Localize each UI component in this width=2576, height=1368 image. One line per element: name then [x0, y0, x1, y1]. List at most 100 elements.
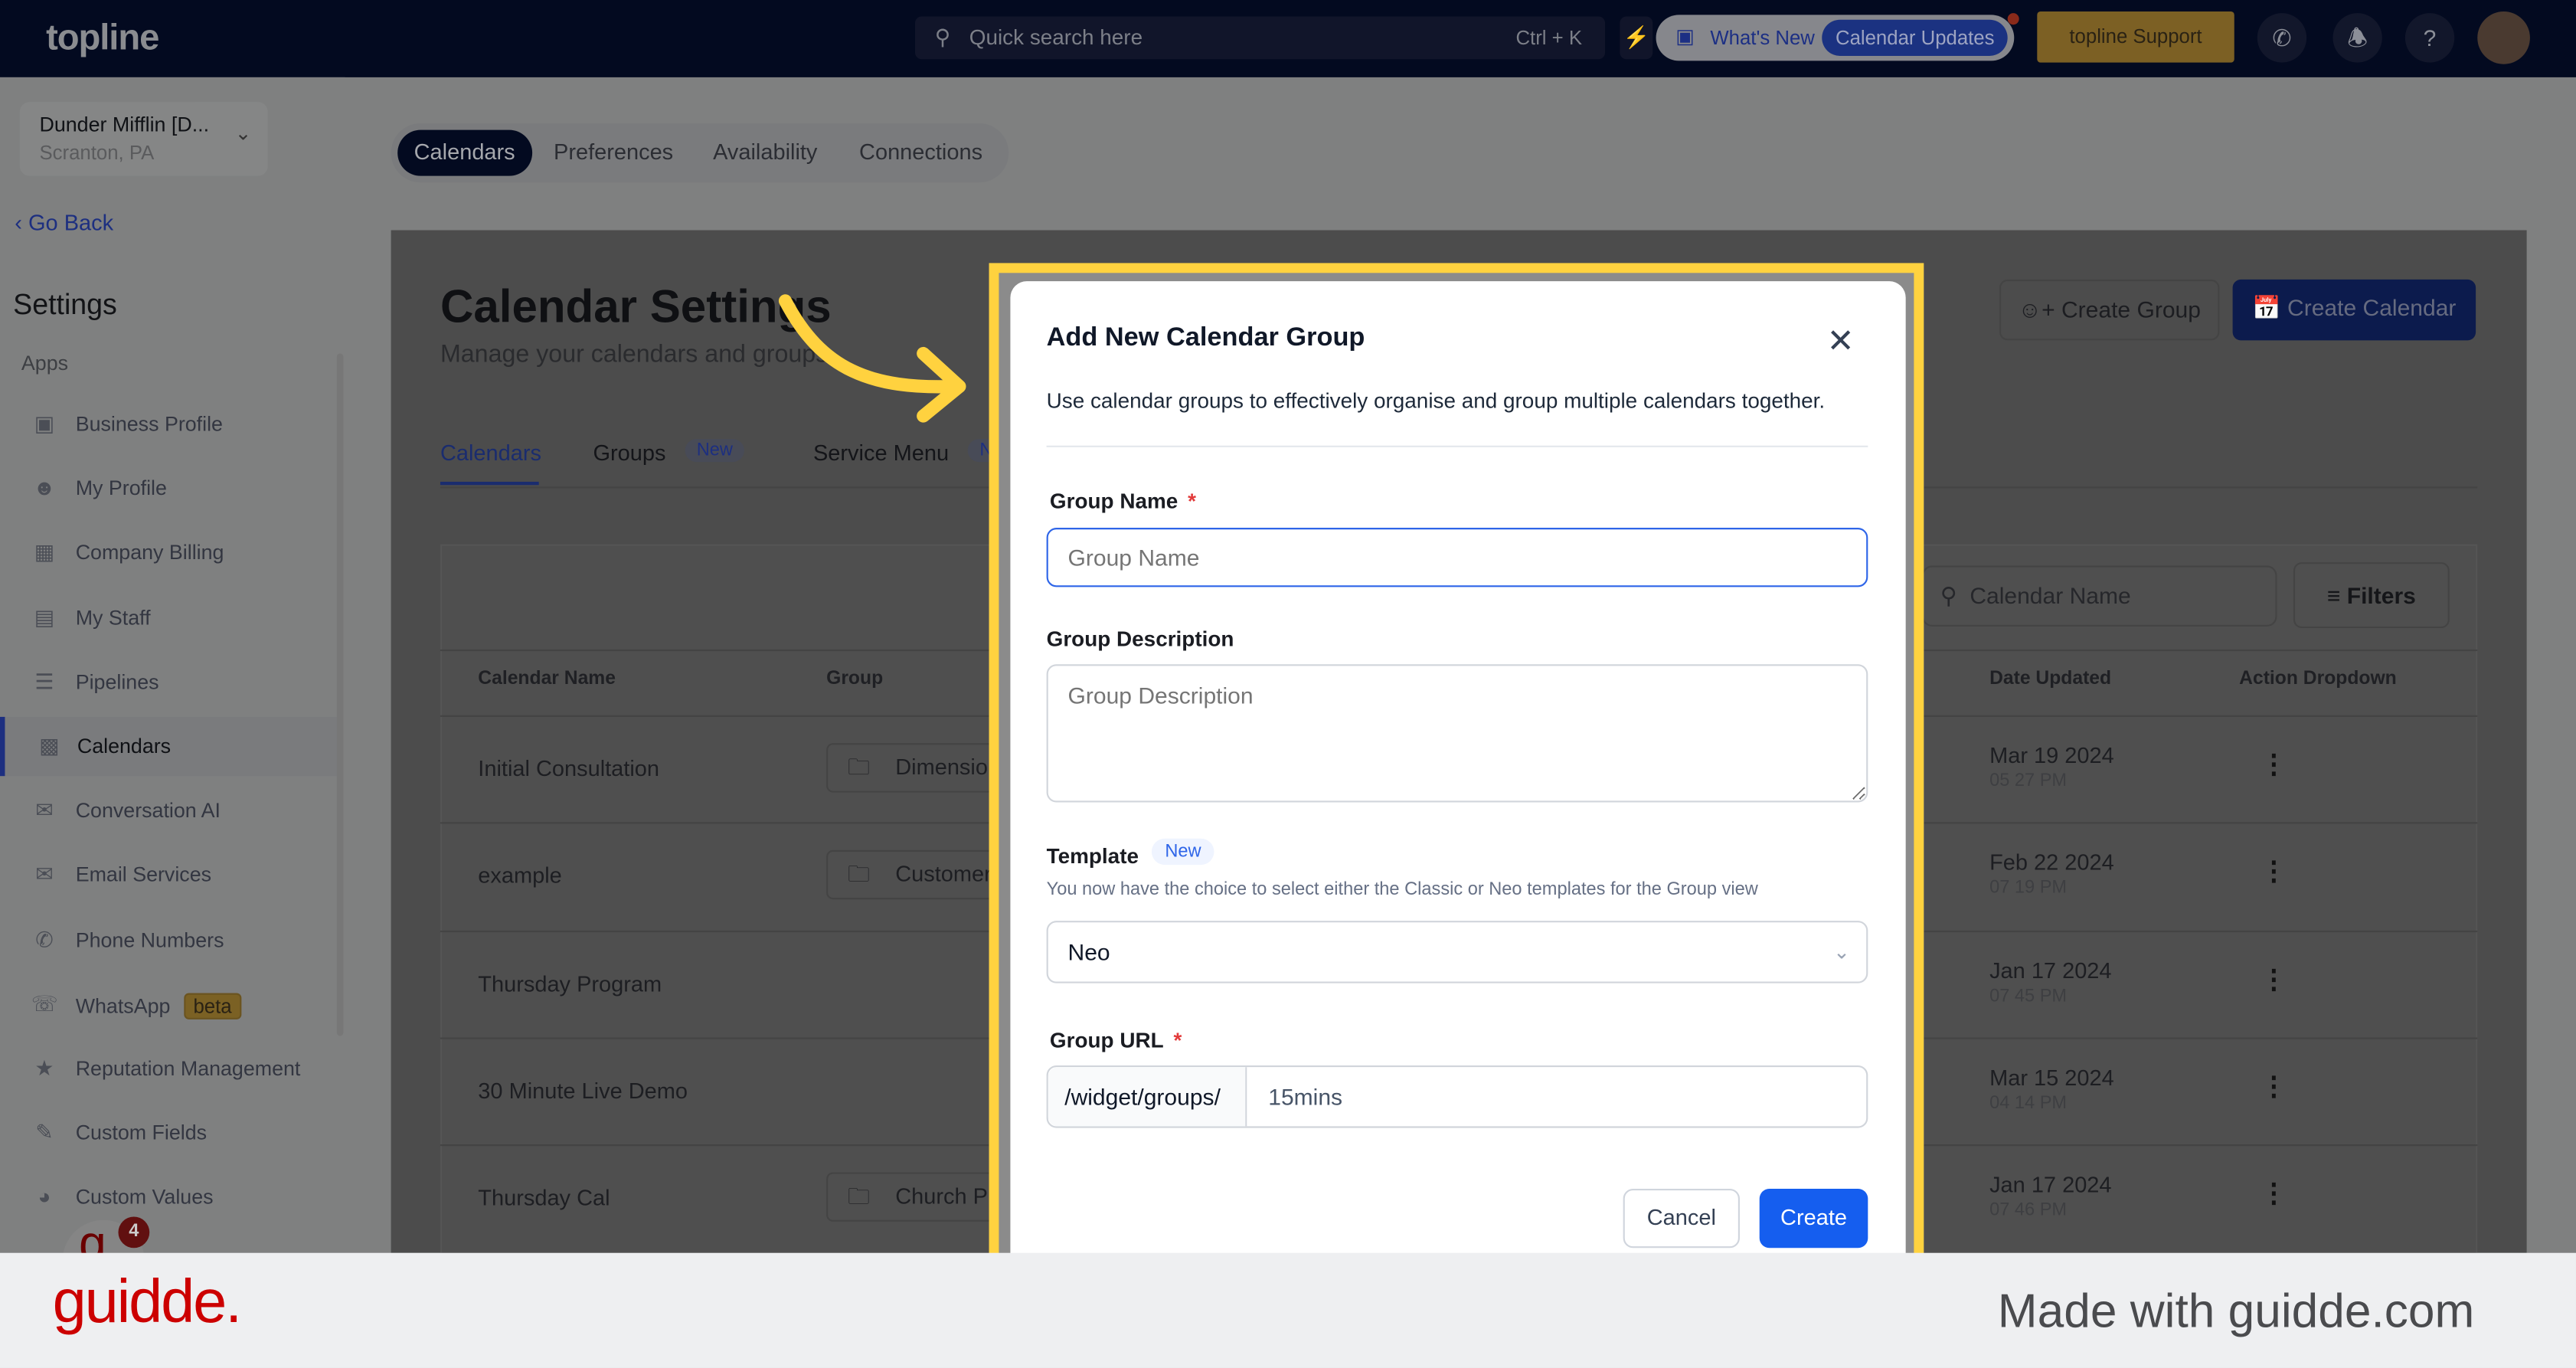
calendar-name[interactable]: example [478, 864, 561, 889]
time-updated: 04 14 PM [1989, 1093, 2068, 1114]
sidebar-item-conversation-ai[interactable]: ✉ Conversation AI [0, 781, 338, 840]
calendar-search-input[interactable]: ⚲ Calendar Name [1922, 565, 2277, 627]
sidebar-item-label: My Staff [76, 606, 151, 629]
sidebar-item-custom-fields[interactable]: ✎ Custom Fields [0, 1104, 338, 1163]
filter-icon: ≡ [2326, 581, 2347, 609]
sidebar-item-label: WhatsApp beta [76, 993, 242, 1019]
sidebar-item-text: Reputation Management [75, 1057, 301, 1081]
bell-icon[interactable]: 🕭 [2332, 13, 2382, 63]
edit-icon: ✎ [35, 1120, 54, 1145]
close-icon[interactable]: ✕ [1827, 321, 1855, 362]
sidebar-item-reputation-management[interactable]: ★ Reputation Management [0, 1039, 338, 1098]
whats-new-button[interactable]: ▣ What's New Calendar Updates [1656, 15, 2015, 61]
sidebar-item-pipelines[interactable]: ☰ Pipelines [0, 653, 338, 712]
account-switcher[interactable]: Dunder Mifflin [D... Scranton, PA ⌄ [19, 102, 268, 176]
group-url-input[interactable]: 15mins [1268, 1067, 1342, 1126]
modal-description: Use calendar groups to effectively organ… [1046, 388, 1826, 413]
column-header-group: Group [826, 669, 884, 689]
search-icon: ⚲ [934, 25, 951, 50]
lightning-icon[interactable]: ⚡ [1620, 16, 1653, 60]
app-logo[interactable]: topline [46, 16, 159, 59]
date-updated: Feb 22 2024 [1989, 850, 2114, 875]
phone-icon[interactable]: ✆ [2257, 13, 2307, 63]
create-group-label: Create Group [2061, 296, 2201, 322]
calendar-name[interactable]: Thursday Program [478, 971, 662, 996]
create-group-button[interactable]: ☺+ Create Group [1999, 279, 2220, 341]
pie-icon: ◕ [38, 1184, 51, 1209]
calendar-name[interactable]: Thursday Cal [478, 1186, 610, 1210]
sidebar-scrollbar[interactable] [336, 353, 344, 1036]
calendar-search-placeholder: Calendar Name [1970, 581, 2131, 609]
chat-icon: ✉ [35, 797, 54, 823]
avatar[interactable] [2477, 11, 2530, 64]
sidebar-item-my-staff[interactable]: ▤ My Staff [0, 588, 338, 647]
search-placeholder: Quick search here [969, 25, 1143, 50]
sidebar-item-label: Pipelines [76, 670, 159, 693]
modal-divider [1046, 445, 1868, 447]
sidebar-item-email-services[interactable]: ✉ Email Services [0, 846, 338, 905]
calendar-name[interactable]: Initial Consultation [478, 756, 659, 781]
required-marker: * [1188, 488, 1197, 513]
support-button[interactable]: topline Support [2037, 11, 2234, 63]
action-dropdown-icon[interactable]: ⋮ [2261, 1070, 2287, 1103]
action-dropdown-icon[interactable]: ⋮ [2261, 963, 2287, 996]
sidebar-item-text: Custom Fields [75, 1121, 208, 1145]
sidebar-item-label: Custom Fields [76, 1121, 207, 1144]
calendar-updates-badge[interactable]: Calendar Updates [1822, 19, 2008, 56]
beta-badge: beta [183, 993, 242, 1019]
modal-title: Add New Calendar Group [1046, 323, 1365, 352]
sidebar-item-text: Company Billing [75, 542, 224, 565]
whatsapp-icon: ☏ [31, 990, 58, 1016]
chevron-down-icon: ⌄ [234, 121, 252, 145]
time-updated: 05 27 PM [1989, 771, 2068, 791]
tab-availability[interactable]: Availability [697, 130, 834, 176]
tab-calendars[interactable]: Calendars [397, 129, 532, 176]
time-updated: 07 19 PM [1989, 878, 2068, 898]
star-icon: ★ [34, 1055, 54, 1081]
sidebar-item-my-profile[interactable]: ☻ My Profile [0, 459, 338, 518]
create-button[interactable]: Create [1759, 1188, 1868, 1249]
subtab-groups[interactable]: Groups New [593, 439, 745, 466]
date-updated: Jan 17 2024 [1989, 1172, 2112, 1198]
time-updated: 07 46 PM [1989, 1200, 2068, 1221]
quick-search[interactable]: ⚲ Quick search here Ctrl + K [914, 16, 1606, 60]
action-dropdown-icon[interactable]: ⋮ [2261, 856, 2287, 889]
group-name-input[interactable] [1046, 528, 1868, 587]
sidebar-item-label: Calendars [77, 735, 171, 758]
template-select[interactable]: Neo ⌄ [1046, 921, 1868, 983]
group-name-label-text: Group Name [1049, 488, 1178, 513]
groups-label: Groups [593, 440, 666, 466]
help-icon[interactable]: ? [2404, 13, 2455, 63]
search-icon: ⚲ [1940, 581, 1957, 609]
action-dropdown-icon[interactable]: ⋮ [2261, 748, 2287, 781]
add-calendar-group-modal: Add New Calendar Group ✕ Use calendar gr… [1010, 281, 1906, 1301]
create-calendar-label: Create Calendar [2287, 294, 2457, 321]
calendar-name[interactable]: 30 Minute Live Demo [478, 1078, 688, 1103]
filters-button[interactable]: ≡ Filters [2293, 562, 2450, 629]
subtab-calendars[interactable]: Calendars [440, 440, 541, 465]
action-dropdown-icon[interactable]: ⋮ [2261, 1177, 2287, 1210]
sidebar-item-calendars[interactable]: ▩ Calendars [0, 716, 338, 777]
group-url-label: Group URL * [1050, 1028, 1182, 1052]
sidebar-item-text: Calendars [77, 735, 172, 758]
filters-label: Filters [2346, 581, 2416, 609]
sidebar-item-company-billing[interactable]: ▦ Company Billing [0, 523, 338, 582]
go-back-link[interactable]: ‹ Go Back [15, 211, 113, 235]
create-calendar-button[interactable]: 📅 Create Calendar [2232, 279, 2476, 341]
account-name: Dunder Mifflin [D... [39, 113, 210, 137]
column-header-calendar-name: Calendar Name [478, 669, 616, 689]
sidebar-item-label: Phone Numbers [76, 928, 224, 951]
sidebar-item-phone-numbers[interactable]: ✆ Phone Numbers [0, 910, 338, 969]
date-updated: Mar 19 2024 [1989, 743, 2114, 768]
group-description-textarea[interactable] [1046, 664, 1868, 803]
cancel-button[interactable]: Cancel [1623, 1188, 1740, 1249]
tab-connections[interactable]: Connections [843, 130, 999, 176]
column-header-action-dropdown: Action Dropdown [2239, 669, 2397, 689]
sidebar-item-custom-values[interactable]: ◕ Custom Values [0, 1168, 338, 1227]
sidebar-item-whatsapp[interactable]: ☏ WhatsApp beta [0, 974, 338, 1033]
sidebar-item-text: Conversation AI [75, 799, 221, 823]
sidebar-item-business-profile[interactable]: ▣ Business Profile [0, 394, 338, 453]
staff-icon: ▤ [34, 604, 55, 630]
page-subtitle: Manage your calendars and groups [440, 340, 829, 368]
tab-preferences[interactable]: Preferences [538, 130, 690, 176]
